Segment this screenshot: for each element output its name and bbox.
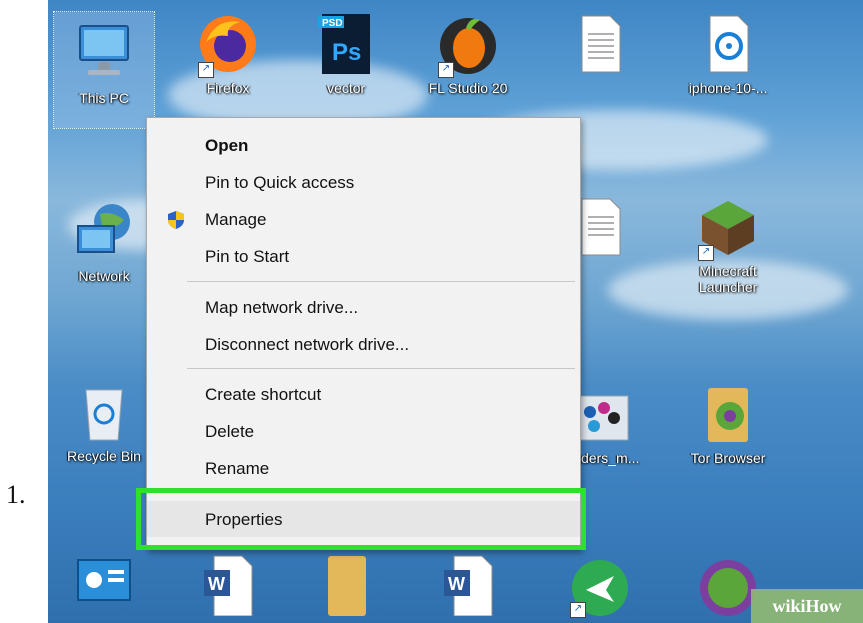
control-panel-icon[interactable] bbox=[54, 552, 154, 616]
wikihow-watermark: wikiHow bbox=[751, 589, 863, 623]
menu-item-create-shortcut[interactable]: Create shortcut bbox=[147, 376, 580, 412]
menu-item-disconnect-network-drive[interactable]: Disconnect network drive... bbox=[147, 326, 580, 362]
menu-item-pin-quick-access[interactable]: Pin to Quick access bbox=[147, 164, 580, 200]
recycle-bin-icon[interactable]: Recycle Bin bbox=[54, 380, 154, 464]
tor-browser-icon[interactable]: Tor Browser bbox=[678, 382, 778, 466]
iphone-file-icon[interactable]: iphone-10-... bbox=[678, 12, 778, 96]
folder-icon[interactable] bbox=[296, 552, 396, 616]
this-pc-icon[interactable]: This PC bbox=[53, 11, 155, 129]
menu-item-map-network-drive[interactable]: Map network drive... bbox=[147, 289, 580, 325]
firefox-icon[interactable]: ↗ Firefox bbox=[178, 12, 278, 96]
icon-label: vector bbox=[326, 80, 366, 96]
word-document-icon[interactable]: W bbox=[418, 552, 518, 617]
shield-icon bbox=[167, 210, 185, 235]
icon-label: Recycle Bin bbox=[67, 448, 141, 464]
menu-separator bbox=[187, 368, 575, 369]
step-number: 1. bbox=[6, 480, 26, 509]
green-arrow-app-icon[interactable]: ↗ bbox=[550, 552, 650, 618]
icon-label: Network bbox=[78, 268, 130, 284]
icon-label: Minecraft Launcher bbox=[698, 263, 758, 295]
icon-label: Firefox bbox=[206, 80, 250, 96]
icon-label: FL Studio 20 bbox=[428, 80, 508, 96]
properties-highlight-box bbox=[136, 488, 586, 550]
svg-text:W: W bbox=[448, 574, 465, 594]
menu-item-manage[interactable]: Manage bbox=[147, 201, 580, 237]
icon-label: Tor Browser bbox=[690, 450, 766, 466]
menu-item-rename[interactable]: Rename bbox=[147, 450, 580, 486]
context-menu: Open Pin to Quick access Manage Pin to S… bbox=[146, 117, 581, 550]
icon-label: iphone-10-... bbox=[688, 80, 768, 96]
menu-separator bbox=[187, 281, 575, 282]
photoshop-icon[interactable]: PSD Ps vector bbox=[296, 12, 396, 96]
svg-text:Ps: Ps bbox=[332, 39, 361, 66]
menu-item-delete[interactable]: Delete bbox=[147, 413, 580, 449]
fl-studio-icon[interactable]: ↗ FL Studio 20 bbox=[418, 12, 518, 96]
svg-text:W: W bbox=[208, 574, 225, 594]
network-icon[interactable]: Network bbox=[54, 200, 154, 284]
minecraft-icon[interactable]: ↗ Minecraft Launcher bbox=[678, 195, 778, 295]
svg-text:PSD: PSD bbox=[322, 18, 343, 29]
menu-item-open[interactable]: Open bbox=[147, 127, 580, 163]
icon-label: This PC bbox=[79, 90, 129, 106]
word-document-icon[interactable]: W bbox=[178, 552, 278, 617]
menu-item-pin-start[interactable]: Pin to Start bbox=[147, 238, 580, 274]
text-document-icon[interactable] bbox=[550, 12, 650, 80]
